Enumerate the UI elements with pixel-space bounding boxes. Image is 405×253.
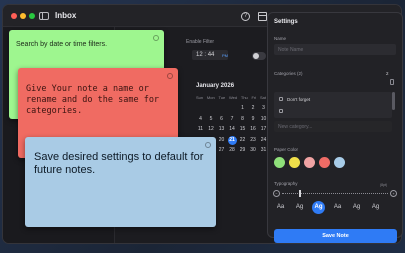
paper-color-swatches xyxy=(274,157,374,169)
sticky-note-blue[interactable]: Save desired settings to default for fut… xyxy=(25,137,216,227)
note-settings-icon[interactable] xyxy=(153,35,159,41)
calendar-day[interactable]: 23 xyxy=(249,136,258,145)
weekday: Mon xyxy=(206,95,215,100)
categories-count: 2 xyxy=(386,71,389,76)
zoom-window-button[interactable] xyxy=(29,13,35,19)
calendar-day-selected[interactable]: 21 xyxy=(227,135,237,145)
calendar-day[interactable]: 11 xyxy=(196,125,205,134)
calendar-day xyxy=(217,104,226,113)
weekday: Tue xyxy=(218,95,226,100)
typography-size: (8pt) xyxy=(380,183,388,187)
note-settings-icon[interactable] xyxy=(167,73,173,79)
calendar-day xyxy=(196,104,205,113)
category-list: Don't forget xyxy=(274,92,392,118)
calendar-day[interactable]: 28 xyxy=(228,146,237,155)
category-item[interactable]: Don't forget xyxy=(278,95,386,104)
note-text: Give Your note a name or rename and do t… xyxy=(26,84,160,116)
paper-color-swatch[interactable] xyxy=(289,157,300,168)
calendar-week: 4 5 6 7 8 9 10 xyxy=(196,115,268,125)
new-category-input[interactable]: New category... xyxy=(274,121,392,132)
calendar-day[interactable]: 7 xyxy=(228,115,237,124)
time-minute: 44 xyxy=(207,52,215,58)
weekday: Sun xyxy=(196,95,204,100)
categories-label: Categories (2) xyxy=(274,71,303,76)
decrease-size-icon[interactable]: − xyxy=(273,190,280,197)
help-icon[interactable]: ? xyxy=(241,12,250,21)
font-size-slider[interactable] xyxy=(282,193,388,194)
save-note-button[interactable]: Save Note xyxy=(274,229,397,243)
font-size-slider-thumb[interactable] xyxy=(299,190,301,197)
typography-option[interactable]: Aa xyxy=(274,201,287,214)
typography-option[interactable]: Ag xyxy=(369,201,382,214)
calendar-day xyxy=(207,104,216,113)
calendar-icon[interactable] xyxy=(258,12,267,21)
calendar-month: January 2026 xyxy=(196,83,235,89)
calendar-day[interactable]: 30 xyxy=(249,146,258,155)
paper-color-swatch[interactable] xyxy=(304,157,315,168)
calendar-day[interactable]: 16 xyxy=(249,125,258,134)
increase-size-icon[interactable]: + xyxy=(390,190,397,197)
calendar-day xyxy=(228,104,237,113)
calendar-day[interactable]: 8 xyxy=(238,115,247,124)
weekday: Thu xyxy=(240,95,248,100)
calendar-day[interactable]: 4 xyxy=(196,115,205,124)
note-text: Save desired settings to default for fut… xyxy=(34,151,204,176)
typography-option[interactable]: Ag xyxy=(350,201,363,214)
calendar-day[interactable]: 5 xyxy=(207,115,216,124)
weekday: Fri xyxy=(251,95,257,100)
category-add-icon[interactable] xyxy=(390,79,394,85)
calendar-day[interactable]: 29 xyxy=(238,146,247,155)
window-title: Inbox xyxy=(55,11,77,20)
calendar-day[interactable]: 13 xyxy=(217,125,226,134)
calendar-week: 123 xyxy=(196,104,268,114)
category-item[interactable] xyxy=(278,107,386,116)
calendar-day[interactable]: 6 xyxy=(217,115,226,124)
desktop-background: Inbox ? Enable Filter 12 : 44 PM January… xyxy=(0,0,405,253)
calendar-day[interactable]: 2 xyxy=(249,104,258,113)
calendar-day[interactable]: 15 xyxy=(238,125,247,134)
name-label: Name xyxy=(274,36,287,41)
enable-filter-label: Enable Filter xyxy=(186,39,215,45)
calendar-day[interactable]: 12 xyxy=(207,125,216,134)
note-settings-icon[interactable] xyxy=(205,142,211,148)
minimize-window-button[interactable] xyxy=(20,13,26,19)
paper-color-label: Paper Color xyxy=(274,147,299,152)
note-name-input[interactable]: Note Name xyxy=(274,44,396,55)
checkbox-icon[interactable] xyxy=(279,97,283,101)
calendar-day[interactable]: 9 xyxy=(249,115,258,124)
calendar-week: 11 12 13 14 15 16 17 xyxy=(196,125,268,135)
calendar-day[interactable]: 1 xyxy=(238,104,247,113)
paper-color-swatch[interactable] xyxy=(334,157,345,168)
settings-title: Settings xyxy=(274,19,298,25)
typography-option[interactable]: Ag xyxy=(293,201,306,214)
checkbox-icon[interactable] xyxy=(279,109,283,113)
category-label: Don't forget xyxy=(287,97,311,102)
typography-label: Typography xyxy=(274,181,298,186)
typography-options: Aa Ag Ag Aa Ag Ag xyxy=(274,201,398,215)
time-separator: : xyxy=(204,52,207,58)
calendar-day[interactable]: 14 xyxy=(228,125,237,134)
note-text: Search by date or time filters. xyxy=(16,41,108,48)
time-ampm: PM xyxy=(222,53,228,58)
close-window-button[interactable] xyxy=(11,13,17,19)
calendar-day[interactable]: 27 xyxy=(217,146,226,155)
sidebar-toggle-icon[interactable] xyxy=(39,12,49,20)
time-hour: 12 xyxy=(196,52,203,58)
typography-option[interactable]: Ag xyxy=(312,201,325,214)
settings-panel: Settings Name Note Name Categories (2) 2… xyxy=(267,12,403,243)
calendar-day[interactable]: 22 xyxy=(238,136,247,145)
typography-option[interactable]: Aa xyxy=(331,201,344,214)
paper-color-swatch[interactable] xyxy=(319,157,330,168)
category-scrollbar[interactable] xyxy=(392,92,395,110)
weekday: Wed xyxy=(228,95,238,100)
weekday: Sat xyxy=(259,95,266,100)
time-filter-input[interactable]: 12 : 44 PM xyxy=(192,50,228,60)
filter-toggle[interactable] xyxy=(252,52,266,60)
calendar-weekdays: Sun Mon Tue Wed Thu Fri Sat xyxy=(196,95,266,100)
calendar-day[interactable]: 20 xyxy=(217,136,226,145)
paper-color-swatch[interactable] xyxy=(274,157,285,168)
